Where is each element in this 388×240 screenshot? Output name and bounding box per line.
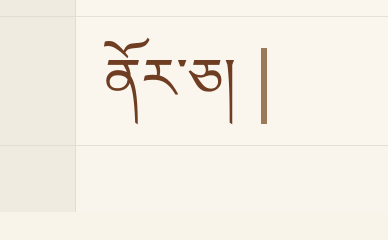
gutter-row-bottom [0, 145, 76, 212]
text-input-line[interactable]: ནོར་ཅ། [104, 30, 236, 130]
line-below[interactable] [76, 145, 388, 212]
tibetan-text: ནོར་ཅ། [104, 47, 237, 112]
gutter-row-top [0, 0, 76, 17]
line-above[interactable] [76, 0, 388, 17]
text-caret [261, 48, 267, 124]
editor-canvas: ནོར་ཅ། [0, 0, 388, 212]
